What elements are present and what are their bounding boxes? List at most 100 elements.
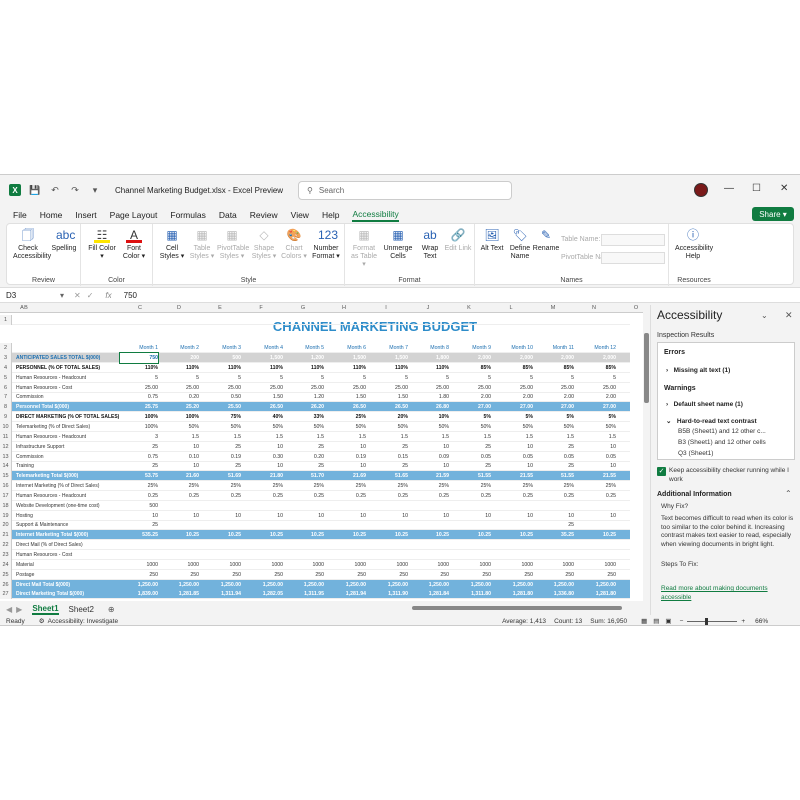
accessibility-status[interactable]: Accessibility: Investigate xyxy=(48,618,118,625)
data-cell[interactable]: 110% xyxy=(286,363,324,373)
row-label-cell[interactable]: ANTICIPATED SALES TOTAL $(000) xyxy=(16,353,120,363)
data-cell[interactable]: 1,250.00 xyxy=(286,580,324,590)
row-number[interactable]: 4 xyxy=(0,362,12,373)
data-cell[interactable] xyxy=(370,520,408,530)
data-cell[interactable]: 25.00 xyxy=(203,383,241,393)
row-number[interactable]: 24 xyxy=(0,559,12,570)
formula-input[interactable]: 750 xyxy=(124,291,137,300)
data-cell[interactable]: 27.00 xyxy=(453,402,491,412)
data-cell[interactable]: 10.25 xyxy=(370,530,408,540)
data-cell[interactable]: 1000 xyxy=(370,560,408,570)
row-label-cell[interactable]: Telemarketing (% of Direct Sales) xyxy=(16,422,120,432)
data-cell[interactable] xyxy=(453,540,491,550)
data-cell[interactable]: 10 xyxy=(161,511,199,521)
data-cell[interactable]: 27.00 xyxy=(495,402,533,412)
data-cell[interactable] xyxy=(370,501,408,511)
data-cell[interactable]: 10 xyxy=(370,511,408,521)
data-cell[interactable]: 25 xyxy=(453,442,491,452)
data-cell[interactable]: 0.25 xyxy=(161,491,199,501)
data-cell[interactable]: 10.25 xyxy=(328,530,366,540)
data-cell[interactable]: 1.20 xyxy=(286,392,324,402)
row-number[interactable]: 21 xyxy=(0,530,12,541)
data-cell[interactable]: 50% xyxy=(203,422,241,432)
hard-to-read-contrast-item[interactable]: ⌄ Hard-to-read text contrast xyxy=(666,417,757,425)
row-number[interactable]: 18 xyxy=(0,500,12,511)
column-header[interactable]: G xyxy=(283,305,323,313)
row-number[interactable]: 25 xyxy=(0,569,12,580)
data-cell[interactable]: 1,200 xyxy=(286,353,324,363)
horizontal-scroll-thumb[interactable] xyxy=(412,606,622,610)
row-label-cell[interactable]: Website Development (one-time cost) xyxy=(16,501,120,511)
data-cell[interactable]: 5 xyxy=(370,373,408,383)
unmerge-cells-button[interactable]: ▦ Unmerge Cells xyxy=(383,227,413,261)
row-label-cell[interactable]: Material xyxy=(16,560,120,570)
data-cell[interactable]: 33% xyxy=(286,412,324,422)
page-layout-view-icon[interactable]: ▤ xyxy=(653,617,659,625)
data-cell[interactable]: 1,250.00 xyxy=(453,580,491,590)
menu-home[interactable]: Home xyxy=(40,210,63,220)
data-cell[interactable]: 110% xyxy=(370,363,408,373)
data-cell[interactable]: 50% xyxy=(495,422,533,432)
month-header-cell[interactable]: Month 1 xyxy=(120,343,158,353)
data-cell[interactable]: 1.50 xyxy=(370,392,408,402)
data-cell[interactable]: 25.00 xyxy=(578,383,616,393)
data-cell[interactable]: 50% xyxy=(536,422,574,432)
data-cell[interactable]: 25% xyxy=(370,481,408,491)
data-cell[interactable]: 1000 xyxy=(578,560,616,570)
data-cell[interactable]: 0.25 xyxy=(578,491,616,501)
data-cell[interactable]: 1,800 xyxy=(411,353,449,363)
data-cell[interactable]: 25.00 xyxy=(120,383,158,393)
data-cell[interactable]: 21.59 xyxy=(411,471,449,481)
data-cell[interactable]: 10 xyxy=(245,442,283,452)
data-cell[interactable] xyxy=(578,550,616,560)
data-cell[interactable] xyxy=(286,540,324,550)
search-box[interactable]: ⚲ Search xyxy=(298,181,512,200)
data-cell[interactable]: 1.5 xyxy=(286,432,324,442)
data-cell[interactable] xyxy=(411,550,449,560)
row-label-cell[interactable]: Commission xyxy=(16,392,120,402)
data-cell[interactable]: 25.00 xyxy=(411,383,449,393)
normal-view-icon[interactable]: ▦ xyxy=(641,617,647,625)
data-cell[interactable]: 51.70 xyxy=(286,471,324,481)
data-cell[interactable]: 26.50 xyxy=(328,402,366,412)
row-label-cell[interactable]: Human Resources - Headcount xyxy=(16,491,120,501)
menu-review[interactable]: Review xyxy=(250,210,278,220)
data-cell[interactable]: 110% xyxy=(120,363,158,373)
data-cell[interactable]: 85% xyxy=(536,363,574,373)
column-header[interactable]: H xyxy=(324,305,364,313)
month-header-cell[interactable]: Month 3 xyxy=(203,343,241,353)
data-cell[interactable]: 2,000 xyxy=(578,353,616,363)
data-cell[interactable]: 21.60 xyxy=(161,471,199,481)
data-cell[interactable]: 2,000 xyxy=(536,353,574,363)
data-cell[interactable]: 5 xyxy=(578,373,616,383)
data-cell[interactable]: 10 xyxy=(161,442,199,452)
menu-accessibility[interactable]: Accessibility xyxy=(352,209,399,222)
data-cell[interactable]: 21.80 xyxy=(245,471,283,481)
row-label-cell[interactable]: Human Resources - Headcount xyxy=(16,373,120,383)
data-cell[interactable]: 25.00 xyxy=(286,383,324,393)
data-cell[interactable]: 2,000 xyxy=(453,353,491,363)
month-header-cell[interactable]: Month 8 xyxy=(411,343,449,353)
data-cell[interactable] xyxy=(370,540,408,550)
data-cell[interactable]: 51.65 xyxy=(370,471,408,481)
fill-color-button[interactable]: ☷ Fill Color ▾ xyxy=(87,227,117,261)
vertical-scroll-thumb[interactable] xyxy=(644,333,649,403)
cancel-icon[interactable]: ✕ xyxy=(74,291,81,300)
data-cell[interactable] xyxy=(411,501,449,511)
data-cell[interactable]: 250 xyxy=(370,570,408,580)
data-cell[interactable]: 25 xyxy=(286,442,324,452)
data-cell[interactable]: 0.20 xyxy=(286,452,324,462)
data-cell[interactable]: 26.50 xyxy=(370,402,408,412)
cell-styles-button[interactable]: ▦ Cell Styles ▾ xyxy=(157,227,187,261)
collapse-additional-icon[interactable]: ⌃ xyxy=(785,489,792,498)
data-cell[interactable]: 25% xyxy=(245,481,283,491)
zoom-slider-thumb[interactable] xyxy=(705,617,709,625)
data-cell[interactable]: 250 xyxy=(578,570,616,580)
data-cell[interactable]: 25% xyxy=(328,412,366,422)
accessibility-help-button[interactable]: ⓘ Accessibility Help xyxy=(675,227,713,261)
data-cell[interactable] xyxy=(245,501,283,511)
data-cell[interactable]: 1000 xyxy=(328,560,366,570)
data-cell[interactable]: 110% xyxy=(203,363,241,373)
data-cell[interactable] xyxy=(453,501,491,511)
data-cell[interactable]: 51.55 xyxy=(536,471,574,481)
